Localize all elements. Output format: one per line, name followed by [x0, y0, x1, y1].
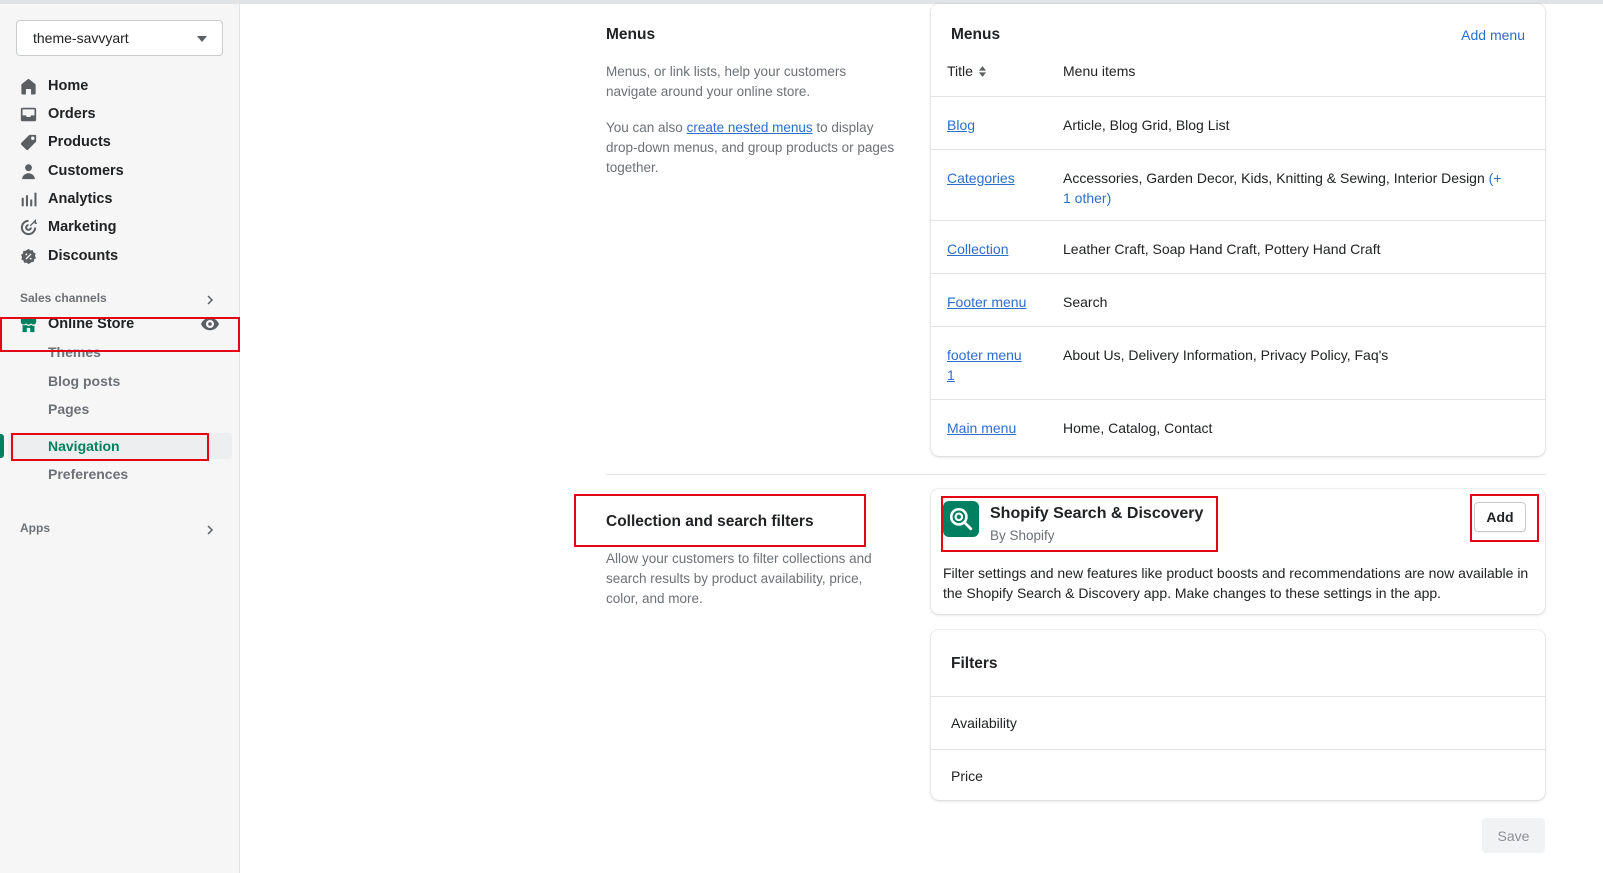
- sidebar-item-label: Products: [48, 134, 111, 150]
- add-app-button[interactable]: Add: [1474, 502, 1526, 532]
- sidebar-item-themes[interactable]: Themes: [48, 340, 101, 364]
- discount-icon: [21, 248, 36, 264]
- store-icon: [20, 317, 37, 332]
- create-nested-menus-link[interactable]: create nested menus: [687, 120, 813, 135]
- sidebar-item-blog-posts[interactable]: Blog posts: [48, 369, 120, 393]
- sidebar-item-label: Marketing: [48, 219, 117, 235]
- title-column-header[interactable]: Title: [947, 63, 987, 79]
- active-item-background: [8, 433, 232, 459]
- sidebar-item-label: Orders: [48, 106, 96, 122]
- menus-section-description-2: You can also create nested menus to disp…: [606, 118, 896, 178]
- table-row: Categories Accessories, Garden Decor, Ki…: [931, 149, 1545, 220]
- chevron-right-icon[interactable]: [205, 292, 215, 305]
- sidebar-item-online-store[interactable]: Online Store: [20, 312, 134, 336]
- menu-items-list: Accessories, Garden Decor, Kids, Knittin…: [1063, 170, 1485, 186]
- chevron-right-icon[interactable]: [205, 522, 215, 535]
- menu-title-link[interactable]: Footer menu: [947, 292, 1037, 312]
- store-selector-value: theme-savvyart: [33, 30, 129, 46]
- sidebar-item-preferences[interactable]: Preferences: [48, 462, 128, 486]
- sidebar-item-orders[interactable]: Orders: [20, 102, 96, 126]
- table-row: Main menu Home, Catalog, Contact: [931, 399, 1545, 456]
- home-icon: [21, 78, 36, 94]
- menu-items-list: Leather Craft, Soap Hand Craft, Pottery …: [1063, 241, 1381, 257]
- search-discovery-card: Shopify Search & Discovery By Shopify Ad…: [931, 489, 1545, 614]
- active-indicator: [0, 434, 4, 458]
- filters-card-title: Filters: [951, 655, 998, 672]
- sidebar-item-label: Discounts: [48, 248, 119, 264]
- eye-icon[interactable]: [201, 317, 219, 331]
- section-divider: [606, 474, 1546, 475]
- menu-items-list: About Us, Delivery Information, Privacy …: [1063, 347, 1389, 363]
- menus-card: Menus Add menu Title Menu items Blog Art…: [931, 4, 1545, 456]
- store-selector[interactable]: theme-savvyart: [16, 20, 223, 56]
- filters-card: Filters Availability Price: [931, 630, 1545, 800]
- person-icon: [22, 163, 35, 179]
- app-description: Filter settings and new features like pr…: [943, 565, 1529, 601]
- menu-items-list: Article, Blog Grid, Blog List: [1063, 117, 1230, 133]
- list-item[interactable]: Price: [931, 749, 1545, 800]
- filter-label: Price: [951, 768, 983, 784]
- menu-items-text: Home, Catalog, Contact: [1063, 418, 1513, 438]
- sidebar-item-label: Online Store: [48, 316, 135, 332]
- filter-label: Availability: [951, 715, 1017, 731]
- sidebar-item-label: Home: [48, 78, 89, 94]
- sidebar-item-marketing[interactable]: Marketing: [20, 215, 117, 239]
- menus-card-title: Menus: [951, 26, 1001, 43]
- app-publisher: By Shopify: [990, 528, 1055, 543]
- sidebar-item-customers[interactable]: Customers: [20, 159, 124, 183]
- add-menu-link[interactable]: Add menu: [1461, 27, 1525, 43]
- menu-items-column-header: Menu items: [1063, 63, 1136, 79]
- sidebar-item-pages[interactable]: Pages: [48, 397, 89, 421]
- menu-items-text: Search: [1063, 292, 1513, 312]
- sidebar-item-discounts[interactable]: Discounts: [20, 244, 118, 268]
- save-button[interactable]: Save: [1482, 818, 1545, 853]
- description-text: You can also: [606, 120, 687, 135]
- caret-down-icon: [197, 36, 207, 42]
- tag-icon: [20, 134, 37, 150]
- sales-channels-label: Sales channels: [20, 291, 107, 305]
- sidebar-item-navigation[interactable]: Navigation: [48, 434, 120, 458]
- sidebar-item-analytics[interactable]: Analytics: [20, 187, 112, 211]
- sidebar-item-home[interactable]: Home: [20, 74, 88, 98]
- menu-title-link[interactable]: Blog: [947, 115, 1037, 135]
- menu-items-list: Home, Catalog, Contact: [1063, 420, 1213, 436]
- column-header-label: Title: [947, 63, 973, 79]
- filters-section-title: Collection and search filters: [606, 513, 814, 530]
- search-discovery-app-icon: [943, 501, 979, 537]
- menu-items-text: About Us, Delivery Information, Privacy …: [1063, 345, 1513, 365]
- target-icon: [20, 218, 37, 235]
- menu-title-link[interactable]: Categories: [947, 168, 1037, 188]
- sort-icon: [978, 65, 987, 77]
- bar-chart-icon: [21, 192, 37, 206]
- table-row: Collection Leather Craft, Soap Hand Craf…: [931, 220, 1545, 273]
- sidebar-item-products[interactable]: Products: [20, 130, 111, 154]
- filters-section-description: Allow your customers to filter collectio…: [606, 551, 872, 606]
- menu-items-text: Leather Craft, Soap Hand Craft, Pottery …: [1063, 239, 1513, 259]
- table-row: Footer menu Search: [931, 273, 1545, 326]
- menu-items-list: Search: [1063, 294, 1108, 310]
- menus-section-title: Menus: [606, 26, 656, 43]
- sidebar-item-label: Analytics: [48, 191, 113, 207]
- table-row: footer menu 1 About Us, Delivery Informa…: [931, 326, 1545, 399]
- table-row: Blog Article, Blog Grid, Blog List: [931, 96, 1545, 149]
- menu-title-link[interactable]: Collection: [947, 239, 1037, 259]
- menus-section-description: Menus, or link lists, help your customer…: [606, 64, 847, 99]
- app-name: Shopify Search & Discovery: [990, 505, 1204, 522]
- menu-items-text: Article, Blog Grid, Blog List: [1063, 115, 1513, 135]
- menu-title-link[interactable]: footer menu 1: [947, 345, 1033, 385]
- apps-label: Apps: [20, 521, 50, 535]
- inbox-icon: [20, 107, 37, 121]
- menu-items-text: Accessories, Garden Decor, Kids, Knittin…: [1063, 168, 1513, 208]
- sidebar-item-label: Customers: [48, 163, 124, 179]
- menu-title-link[interactable]: Main menu: [947, 418, 1037, 438]
- list-item[interactable]: Availability: [931, 696, 1545, 749]
- sidebar: theme-savvyart Home Orders Products Cust…: [0, 4, 240, 873]
